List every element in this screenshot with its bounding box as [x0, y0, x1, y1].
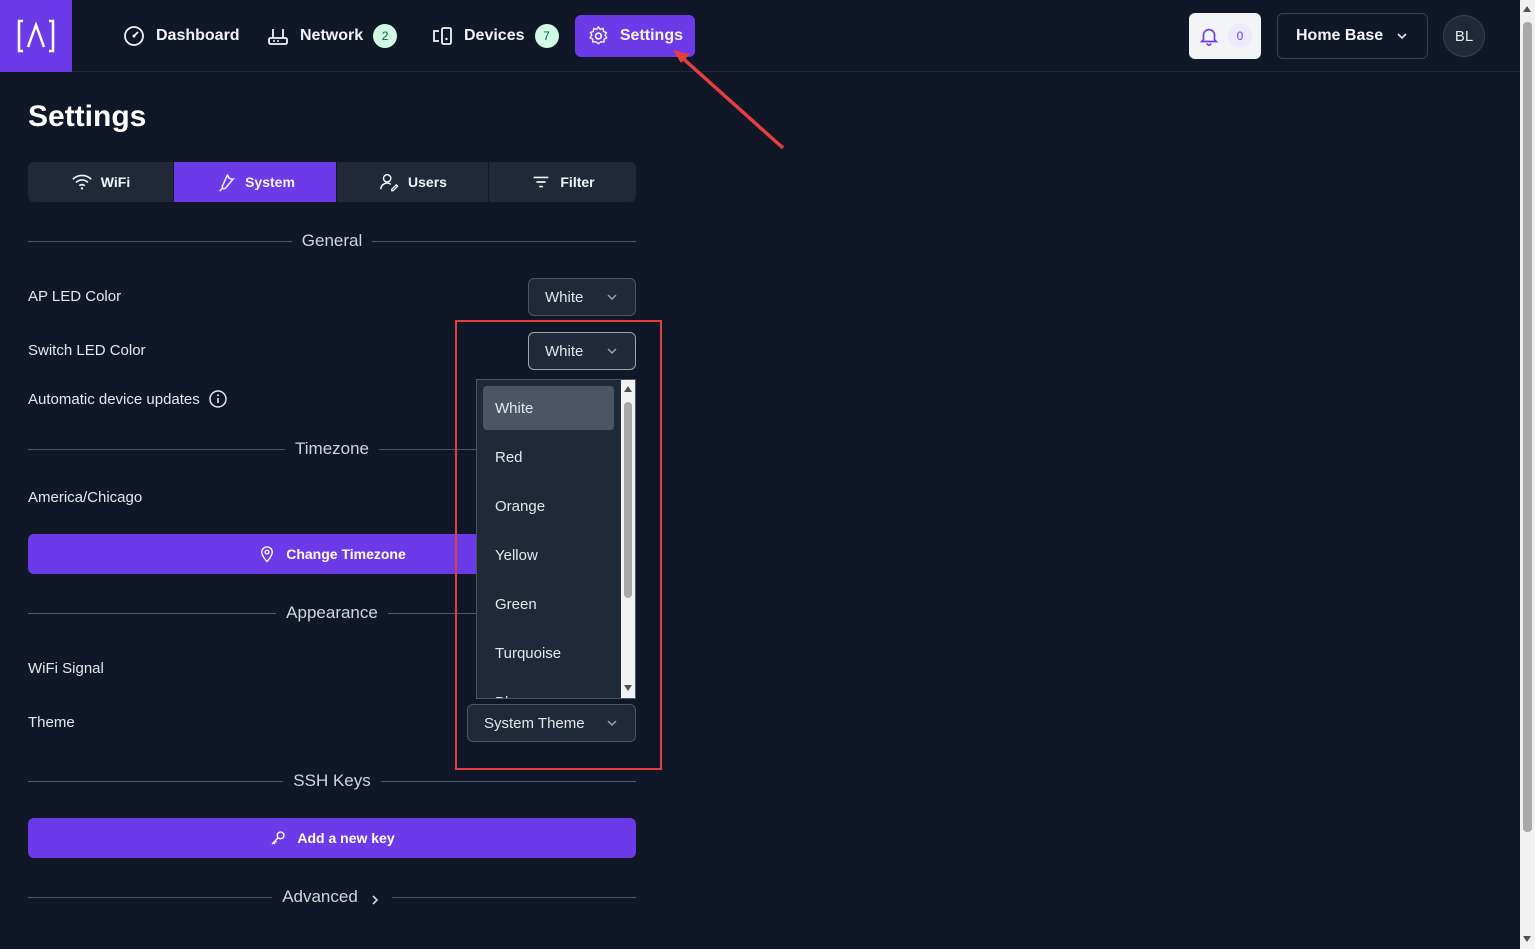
site-name: Home Base [1296, 27, 1384, 44]
gear-icon [588, 25, 608, 45]
section-appearance-heading: Appearance [286, 603, 378, 622]
section-advanced[interactable]: Advanced [28, 887, 636, 907]
notifications-button[interactable]: 0 [1189, 13, 1261, 59]
section-ssh-heading: SSH Keys [293, 771, 371, 790]
divider [28, 240, 292, 242]
logo-icon [17, 19, 55, 53]
info-icon[interactable] [208, 389, 228, 409]
devices-count-badge: 7 [534, 24, 559, 48]
section-timezone-heading: Timezone [295, 439, 370, 458]
ap-led-color-select[interactable]: White [528, 278, 636, 316]
bell-icon [1199, 28, 1219, 46]
wifi-icon [72, 174, 92, 190]
wifi-signal-label: WiFi Signal [28, 660, 104, 677]
wifi-signal-text: WiFi Signal [28, 660, 104, 677]
scroll-down-arrow-icon[interactable] [1523, 936, 1531, 942]
switch-led-color-label: Switch LED Color [28, 342, 146, 359]
divider [28, 612, 277, 614]
divider [28, 448, 285, 450]
tab-system[interactable]: System [174, 162, 337, 202]
page-scrollbar-thumb[interactable] [1523, 22, 1532, 832]
tab-wifi[interactable]: WiFi [28, 162, 174, 202]
nav-dashboard[interactable]: Dashboard [110, 15, 252, 57]
network-count-badge: 2 [373, 24, 398, 48]
timezone-value: America/Chicago [28, 489, 142, 506]
key-icon [271, 831, 286, 845]
chevron-down-icon [1397, 33, 1407, 40]
divider [372, 240, 637, 242]
section-general-heading: General [301, 231, 363, 250]
nav-devices[interactable]: Devices 7 [418, 15, 571, 57]
nav-dashboard-label: Dashboard [156, 27, 240, 44]
section-advanced-heading: Advanced [282, 887, 358, 906]
section-ssh-keys: SSH Keys [28, 771, 637, 791]
page-title: Settings [28, 100, 147, 133]
divider [28, 780, 284, 782]
switch-led-color-text: Switch LED Color [28, 342, 146, 359]
tab-filter[interactable]: Filter [489, 162, 636, 202]
map-pin-icon [261, 546, 274, 563]
router-icon [268, 29, 288, 45]
notifications-count: 0 [1228, 24, 1252, 48]
nav-network[interactable]: Network 2 [254, 15, 409, 57]
user-avatar[interactable]: BL [1443, 15, 1485, 57]
page-scrollbar[interactable] [1520, 0, 1535, 949]
nav-network-label: Network [300, 27, 364, 44]
theme-label: Theme [28, 714, 75, 731]
devices-icon [433, 27, 452, 45]
app-logo[interactable] [0, 0, 72, 72]
change-timezone-label: Change Timezone [286, 546, 406, 562]
automatic-updates-label: Automatic device updates [28, 389, 228, 409]
divider [391, 896, 636, 898]
gauge-icon [124, 26, 144, 46]
site-selector[interactable]: Home Base [1277, 13, 1428, 59]
filter-icon [534, 176, 549, 188]
settings-tabs: WiFi System Users Filter [28, 162, 636, 202]
tab-users[interactable]: Users [337, 162, 489, 202]
users-icon [380, 173, 399, 192]
scroll-up-arrow-icon[interactable] [1523, 6, 1531, 12]
add-ssh-key-label: Add a new key [297, 830, 395, 846]
ap-led-color-value: White [545, 288, 584, 306]
divider [28, 896, 273, 898]
tab-wifi-label: WiFi [100, 174, 131, 190]
add-ssh-key-button[interactable]: Add a new key [28, 818, 636, 858]
ap-led-color-text: AP LED Color [28, 288, 122, 305]
section-general: General [28, 231, 637, 251]
tab-system-label: System [245, 174, 295, 190]
annotation-highlight-box [455, 320, 662, 770]
tab-users-label: Users [408, 174, 447, 190]
avatar-initials: BL [1454, 27, 1474, 45]
tab-filter-label: Filter [560, 174, 595, 190]
chevron-right-icon[interactable] [368, 893, 382, 907]
theme-text: Theme [28, 714, 75, 731]
wrench-icon [219, 174, 236, 192]
automatic-updates-text: Automatic device updates [28, 390, 200, 408]
chevron-down-icon [607, 294, 617, 301]
divider [380, 780, 637, 782]
nav-devices-label: Devices [464, 27, 525, 44]
annotation-arrow-icon [673, 50, 785, 150]
ap-led-color-label: AP LED Color [28, 288, 121, 305]
timezone-value-text: America/Chicago [28, 489, 143, 506]
